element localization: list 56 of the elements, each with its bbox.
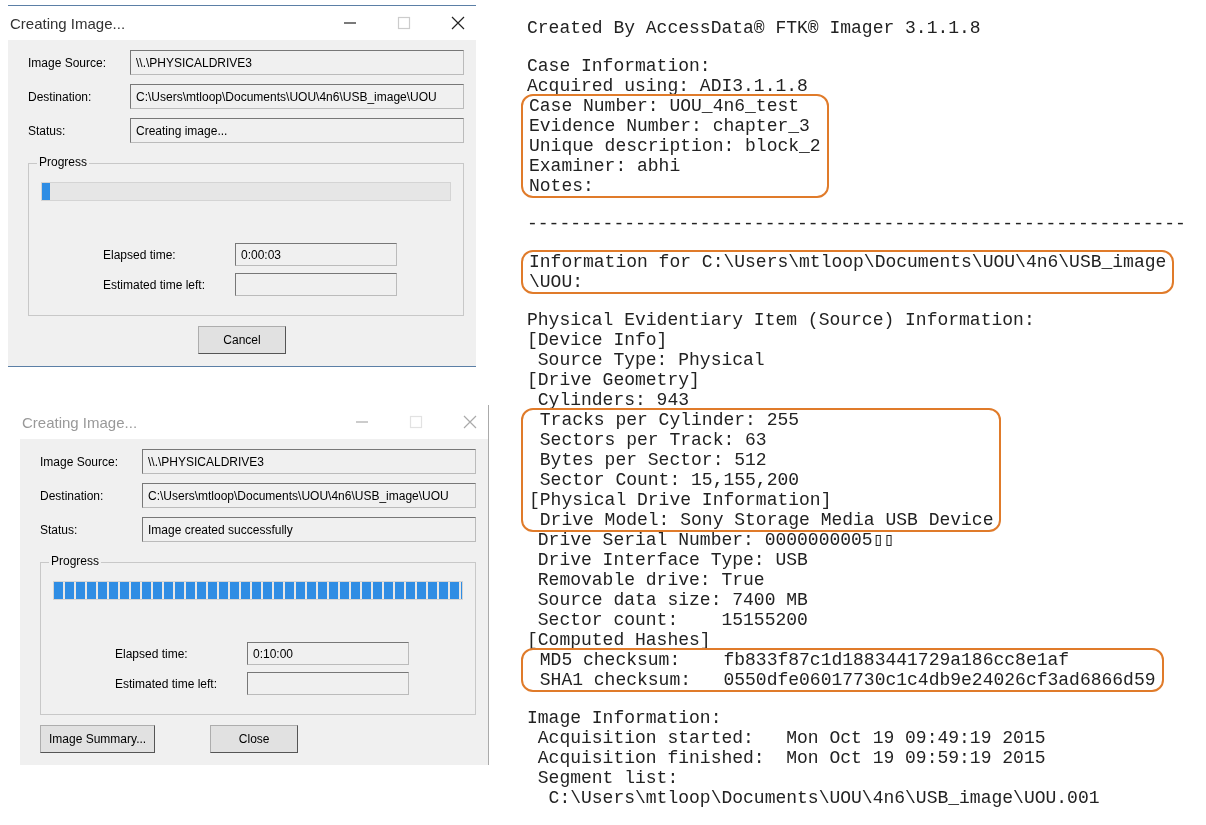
window-title: Creating Image... [10,14,126,32]
field-label: Destination: [27,89,93,104]
report-line: Acquired using: ADI3.1.1.8 [527,76,809,96]
report-line: Case Information: [527,56,712,76]
readonly-field[interactable]: \\.\PHYSICALDRIVE3 [130,50,464,75]
group-legend: Progress [49,554,102,568]
close-icon[interactable] [450,15,466,31]
field-label: Status: [27,123,67,138]
report-line: SHA1 checksum: 0550dfe06017730c1c4db9e24026cf3ad6866d59 [538,670,1156,690]
report-line: Information for C:\Users\mtloop\Documents\UOU\4n6\USB_image [529,252,1167,272]
report-line: Drive Serial Number: 0000000005▯▯ [536,530,896,550]
report-line: Examiner: abhi [529,156,682,176]
report-line: Evidence Number: chapter_3 [529,116,811,136]
report-line: [Computed Hashes] [527,630,712,650]
report-line: Tracks per Cylinder: 255 [538,410,801,430]
dialog-button[interactable]: Cancel [198,326,286,354]
report-line: Source data size: 7400 MB [536,590,809,610]
report-line: [Device Info] [527,330,669,350]
report-line: C:\Users\mtloop\Documents\UOU\4n6\USB_image\UOU.001 [547,788,1101,808]
report-line: ------------------------------------------------------------- [527,214,1187,234]
report-line: Drive Interface Type: USB [536,550,809,570]
report-line: Source Type: Physical [536,350,766,370]
report-line: MD5 checksum: fb833f87c1d1883441729a186cc8e1af [538,650,1071,670]
report-line: Drive Model: Sony Storage Media USB Device [538,510,994,530]
report-line: Sectors per Track: 63 [538,430,768,450]
report-line: Unique description: block_2 [529,136,821,156]
report-line: Created By AccessData® FTK® Imager 3.1.1.8 [527,18,982,38]
report-line: [Physical Drive Information] [529,490,833,510]
report-line: Acquisition finished: Mon Oct 19 09:59:19 2015 [536,748,1047,768]
field-label: Status: [39,522,79,537]
field-label: Elapsed time: [103,247,177,262]
readonly-field[interactable] [235,273,397,296]
report-line: Segment list: [536,768,680,788]
report-line: [Drive Geometry] [527,370,701,390]
report-line: Removable drive: True [536,570,766,590]
field-label: Image Source: [27,55,108,70]
report-line: Sector count: 15155200 [536,610,809,630]
field-label: Elapsed time: [115,646,189,661]
window-title: Creating Image... [22,413,138,431]
field-label: Estimated time left: [103,277,207,292]
report-line: Acquisition started: Mon Oct 19 09:49:19 2015 [536,728,1047,748]
report-line: \UOU: [529,272,584,292]
readonly-field[interactable]: Creating image... [130,118,464,143]
report-line: Bytes per Sector: 512 [538,450,768,470]
report-line: Physical Evidentiary Item (Source) Information: [527,310,1036,330]
report-line: Case Number: UOU_4n6_test [529,96,801,116]
readonly-field[interactable]: C:\Users\mtloop\Documents\UOU\4n6\USB_image\UOU [130,84,464,109]
report-line: Cylinders: 943 [536,390,691,410]
readonly-field[interactable]: 0:00:03 [235,243,397,266]
field-label: Image Source: [39,454,120,469]
field-label: Estimated time left: [115,676,219,691]
group-legend: Progress [37,155,90,169]
report-line: Sector Count: 15,155,200 [538,470,801,490]
field-label: Destination: [39,488,105,503]
report-line: Notes: [529,176,595,196]
report-line: Image Information: [527,708,723,728]
